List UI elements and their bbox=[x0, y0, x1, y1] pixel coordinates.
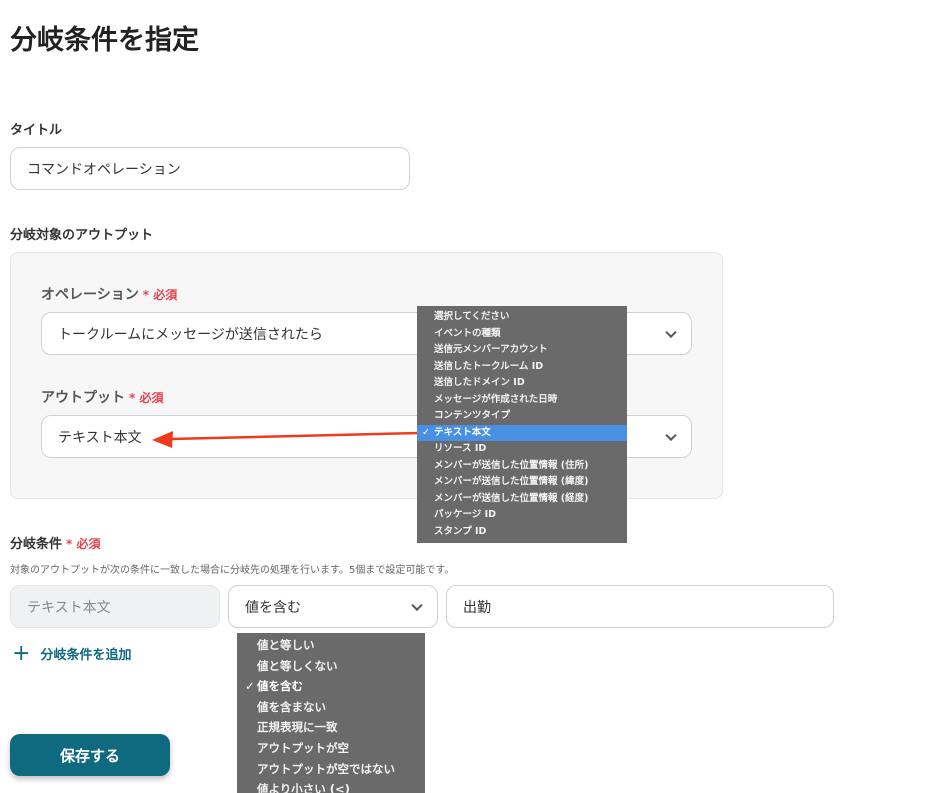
menu-option[interactable]: アウトプットが空ではない bbox=[237, 759, 425, 780]
menu-option[interactable]: コンテンツタイプ bbox=[417, 408, 627, 425]
menu-option[interactable]: メッセージが作成された日時 bbox=[417, 392, 627, 409]
menu-option[interactable]: メンバーが送信した位置情報 (緯度) bbox=[417, 474, 627, 491]
menu-option-label: イベントの種類 bbox=[434, 327, 501, 339]
menu-option[interactable]: 正規表現に一致 bbox=[237, 717, 425, 738]
menu-option[interactable]: パッケージ ID bbox=[417, 507, 627, 524]
menu-option-label: 値を含む bbox=[257, 679, 303, 694]
menu-option[interactable]: イベントの種類 bbox=[417, 326, 627, 343]
check-icon: ✓ bbox=[422, 426, 430, 438]
operator-dropdown-menu: 値と等しい 値と等しくない ✓ 値を含む 値を含まない 正規表現に一致 アウトプットが空 アウ… bbox=[237, 633, 425, 793]
menu-option-label: メンバーが送信した位置情報 (緯度) bbox=[434, 476, 589, 487]
menu-option[interactable]: メンバーが送信した位置情報 (経度) bbox=[417, 491, 627, 508]
menu-option[interactable]: ✓ 値を含む bbox=[237, 676, 425, 697]
menu-option[interactable]: 値と等しくない bbox=[237, 656, 425, 677]
menu-option[interactable]: 送信したドメイン ID bbox=[417, 375, 627, 392]
menu-option[interactable]: 選択してください bbox=[417, 309, 627, 326]
menu-option[interactable]: スタンプ ID bbox=[417, 524, 627, 541]
menu-option[interactable]: アウトプットが空 bbox=[237, 738, 425, 759]
menu-option-label: アウトプットが空ではない bbox=[257, 761, 395, 776]
menu-option-label: リソース ID bbox=[434, 443, 487, 454]
menu-option-label: 値より小さい (<) bbox=[257, 782, 350, 793]
menu-option-label: 送信したドメイン ID bbox=[434, 377, 525, 388]
menu-option[interactable]: ✓ テキスト本文 bbox=[417, 424, 627, 441]
menu-option[interactable]: 送信したトークルーム ID bbox=[417, 359, 627, 376]
check-icon: ✓ bbox=[245, 679, 255, 694]
menu-option[interactable]: 値と等しい bbox=[237, 635, 425, 656]
menu-option-label: 値と等しくない bbox=[257, 658, 338, 673]
menu-option-label: メンバーが送信した位置情報 (経度) bbox=[434, 492, 589, 504]
output-dropdown-menu: 選択してください イベントの種類送信元メンバーアカウント 送信したトークルーム ID… bbox=[417, 306, 627, 543]
menu-option-label: コンテンツタイプ bbox=[434, 410, 511, 421]
menu-option[interactable]: リソース ID bbox=[417, 441, 627, 458]
menu-option-label: 値と等しい bbox=[257, 638, 315, 652]
menu-option[interactable]: 値より小さい (<) bbox=[237, 779, 425, 793]
menu-option-label: テキスト本文 bbox=[434, 426, 491, 438]
arrow-line bbox=[169, 431, 421, 441]
menu-option-label: 値を含まない bbox=[257, 699, 326, 714]
menu-option[interactable]: 値を含まない bbox=[237, 697, 425, 718]
menu-option[interactable]: 送信元メンバーアカウント bbox=[417, 342, 627, 359]
menu-option-label: パッケージ ID bbox=[434, 509, 497, 520]
menu-option-label: メッセージが作成された日時 bbox=[434, 393, 558, 405]
menu-option[interactable]: メンバーが送信した位置情報 (住所) bbox=[417, 458, 627, 475]
menu-option-label: 送信元メンバーアカウント bbox=[434, 344, 548, 355]
menu-option-label: 選択してください bbox=[434, 311, 510, 322]
menu-option-label: 正規表現に一致 bbox=[257, 720, 338, 735]
arrow-head bbox=[152, 431, 173, 448]
menu-option-label: 送信したトークルーム ID bbox=[434, 360, 544, 372]
menu-option-label: スタンプ ID bbox=[434, 525, 487, 537]
menu-option-label: メンバーが送信した位置情報 (住所) bbox=[434, 459, 589, 471]
menu-option-label: アウトプットが空 bbox=[257, 740, 349, 755]
